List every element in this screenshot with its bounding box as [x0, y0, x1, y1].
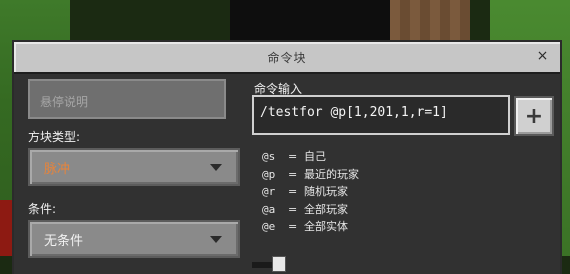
condition-value: 无条件 — [44, 233, 84, 249]
dialog-title: 命令块 — [267, 50, 307, 65]
dialog-body: 悬停说明 方块类型: 脉冲 条件: 无条件 命令输入 /testfor @p[1… — [14, 72, 560, 274]
selector-help-item: @a = 全部玩家 — [262, 201, 359, 219]
selector-equals: = — [288, 202, 298, 216]
selector-help-item: @p = 最近的玩家 — [262, 166, 359, 184]
chevron-down-icon — [210, 164, 222, 171]
selector-code: @p — [262, 167, 276, 181]
toggle-track[interactable] — [252, 262, 274, 268]
condition-dropdown[interactable]: 无条件 — [28, 220, 240, 258]
wood-block — [390, 0, 470, 40]
selector-description: 全部玩家 — [304, 202, 348, 216]
command-input[interactable]: /testfor @p[1,201,1,r=1] — [252, 95, 510, 135]
dialog-titlebar: 命令块 × — [14, 42, 560, 72]
add-button[interactable]: + — [514, 96, 554, 136]
selector-code: @e — [262, 220, 276, 233]
condition-label: 条件: — [28, 202, 57, 216]
selector-description: 最近的玩家 — [304, 167, 359, 181]
selector-equals: = — [288, 167, 298, 181]
command-block-dialog: 命令块 × 悬停说明 方块类型: 脉冲 条件: 无条件 命令输入 /testfo… — [12, 40, 562, 274]
selector-description: 全部实体 — [304, 220, 348, 233]
selector-help-list: @s = 自己 @p = 最近的玩家 @r = 随机玩家 @a = 全部玩家 @… — [262, 148, 359, 236]
selector-code: @s — [262, 150, 276, 163]
selector-description: 自己 — [304, 150, 326, 163]
block-type-dropdown[interactable]: 脉冲 — [28, 148, 240, 186]
selector-description: 随机玩家 — [304, 185, 348, 198]
selector-equals: = — [288, 150, 298, 163]
chevron-down-icon — [210, 236, 222, 243]
selector-code: @a — [262, 202, 276, 216]
block-type-label: 方块类型: — [28, 130, 81, 144]
hover-description-field[interactable]: 悬停说明 — [28, 79, 226, 119]
selector-equals: = — [288, 220, 298, 233]
selector-help-item: @e = 全部实体 — [262, 218, 359, 236]
selector-code: @r — [262, 185, 276, 198]
close-icon[interactable]: × — [536, 49, 550, 63]
selector-equals: = — [288, 185, 298, 198]
hover-description-placeholder: 悬停说明 — [40, 95, 89, 109]
selector-help-item: @s = 自己 — [262, 148, 359, 166]
toggle-thumb[interactable] — [272, 256, 286, 272]
selector-help-item: @r = 随机玩家 — [262, 183, 359, 201]
block-type-value: 脉冲 — [44, 161, 71, 177]
